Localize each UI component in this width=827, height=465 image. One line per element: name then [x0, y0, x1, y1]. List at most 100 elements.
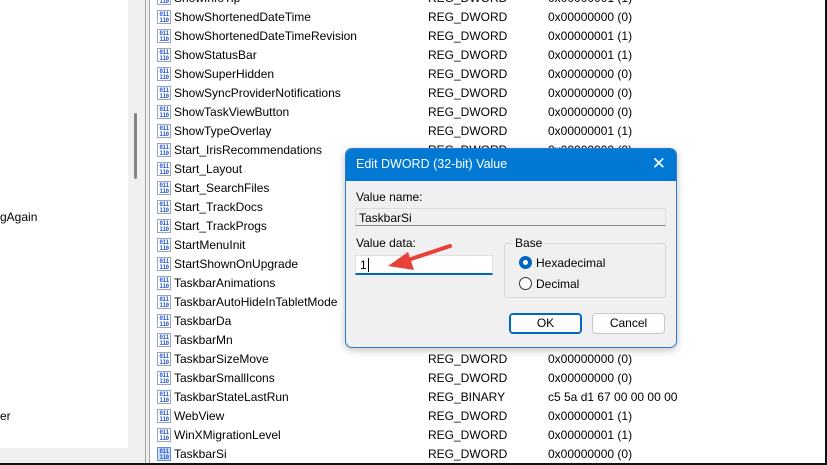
value-type: REG_BINARY [428, 390, 506, 404]
value-type: REG_DWORD [428, 10, 508, 24]
value-row[interactable]: 011 110 ShowStatusBar REG_DWORD 0x00000001 … [150, 46, 827, 65]
value-name: Start_IrisRecommendations [174, 143, 323, 157]
value-name: ShowInfoTip [174, 0, 240, 5]
reg-dword-icon: 011 110 [157, 48, 171, 62]
value-name: ShowStatusBar [174, 48, 257, 62]
reg-dword-icon: 011 110 [157, 86, 171, 100]
reg-dword-icon: 011 110 [157, 200, 171, 214]
value-name: TaskbarSmallIcons [174, 371, 275, 385]
reg-dword-icon: 011 110 [157, 143, 171, 157]
value-name: ShowSuperHidden [174, 67, 275, 81]
value-row[interactable]: 011 110 ShowSuperHidden REG_DWORD 0x0000000… [150, 65, 827, 84]
value-row[interactable]: 011 110 ShowTaskViewButton REG_DWORD 0x0000… [150, 103, 827, 122]
value-type: REG_DWORD [428, 105, 508, 119]
reg-dword-icon: 011 110 [157, 219, 171, 233]
reg-dword-icon: 011 110 [157, 162, 171, 176]
value-name: TaskbarAnimations [174, 276, 276, 290]
reg-dword-icon: 011 110 [157, 67, 171, 81]
value-name: Start_TrackProgs [174, 219, 267, 233]
base-label: Base [513, 236, 545, 250]
value-name: TaskbarStateLastRun [174, 390, 289, 404]
value-name: Start_SearchFiles [174, 181, 270, 195]
decimal-label[interactable]: Decimal [536, 277, 579, 291]
value-data: 0x00000000 (0) [548, 67, 633, 81]
reg-dword-icon: 011 110 [157, 333, 171, 347]
reg-dword-icon: 011 110 [157, 0, 171, 5]
value-type: REG_DWORD [428, 428, 508, 442]
value-row[interactable]: 011 110 WinXMigrationLevel REG_DWORD 0x0000… [150, 426, 827, 445]
hexadecimal-label[interactable]: Hexadecimal [536, 256, 605, 270]
tree-scrollbar-thumb[interactable] [134, 113, 137, 179]
base-group: Base Hexadecimal Decimal [504, 236, 666, 298]
red-arrow-annotation [388, 244, 452, 270]
value-row[interactable]: 011 110 TaskbarSizeMove REG_DWORD 0x0000000… [150, 350, 827, 369]
value-row[interactable]: 011 110ShowInfoTip REG_DWORD 0x00000001 (1… [150, 0, 827, 8]
value-data-text: 1 [360, 258, 367, 272]
value-data: 0x00000001 (1) [548, 409, 633, 423]
value-data: 0x00000000 (0) [548, 371, 633, 385]
value-type: REG_DWORD [428, 409, 508, 423]
value-data: 0x00000000 (0) [548, 86, 633, 100]
reg-dword-icon: 011 110 [157, 390, 171, 404]
value-row[interactable]: 011 110 WebView REG_DWORD 0x00000001 (1) [150, 407, 827, 426]
value-name: Start_Layout [174, 162, 243, 176]
value-name: TaskbarDa [174, 314, 232, 328]
reg-dword-icon: 011 110 [157, 409, 171, 423]
value-type: REG_DWORD [428, 352, 508, 366]
reg-dword-icon: 011 110 [157, 10, 171, 24]
reg-dword-icon: 011 110 [157, 276, 171, 290]
reg-dword-icon: 011 110 [157, 105, 171, 119]
decimal-radio[interactable] [519, 277, 532, 290]
value-name: StartMenuInit [174, 238, 246, 252]
value-data: 0x00000000 (0) [548, 10, 633, 24]
value-row[interactable]: 011 110 ShowShortenedDateTimeRevision REG_… [150, 27, 827, 46]
reg-dword-icon: 011 110 [157, 29, 171, 43]
reg-dword-icon: 011 110 [157, 295, 171, 309]
value-row[interactable]: 011 110 ShowTypeOverlay REG_DWORD 0x0000000… [150, 122, 827, 141]
key-tree-pane[interactable]: gAgain er [0, 0, 128, 448]
reg-dword-icon: 011 110 [157, 352, 171, 366]
value-data: 0x00000001 (1) [548, 428, 633, 442]
value-data: 0x00000000 (0) [548, 447, 633, 461]
value-name-field: TaskbarSi [355, 208, 666, 226]
value-type: REG_DWORD [428, 29, 508, 43]
value-data: 0x00000001 (1) [548, 0, 632, 5]
value-name: TaskbarMn [174, 333, 233, 347]
value-row[interactable]: 011 110 TaskbarSi REG_DWORD 0x00000000 (0) [150, 445, 827, 464]
value-type: REG_DWORD [428, 86, 508, 100]
ok-button[interactable]: OK [509, 313, 582, 334]
dialog-title: Edit DWORD (32-bit) Value [356, 157, 508, 171]
value-row[interactable]: 011 110 ShowSyncProviderNotifications REG_… [150, 84, 827, 103]
value-type: REG_DWORD [428, 447, 508, 461]
reg-dword-icon: 011 110 [157, 447, 171, 461]
cancel-button[interactable]: Cancel [592, 313, 665, 334]
value-row[interactable]: 011 110 TaskbarSmallIcons REG_DWORD 0x00000… [150, 369, 827, 388]
value-name: ShowShortenedDateTime [174, 10, 311, 24]
value-type: REG_DWORD [428, 124, 508, 138]
dialog-title-bar: Edit DWORD (32-bit) Value ✕ [346, 149, 676, 181]
tree-item[interactable]: gAgain [0, 210, 37, 224]
value-name: ShowTypeOverlay [174, 124, 272, 138]
arrow-head [388, 252, 414, 270]
value-data: 0x00000000 (0) [548, 105, 633, 119]
reg-dword-icon: 011 110 [157, 238, 171, 252]
value-name: ShowShortenedDateTimeRevision [174, 29, 357, 43]
value-name: WebView [174, 409, 225, 423]
value-row[interactable]: 011 110 ShowShortenedDateTime REG_DWORD 0x0… [150, 8, 827, 27]
tree-scrollbar[interactable] [128, 0, 145, 465]
value-name-label: Value name: [356, 190, 423, 204]
value-type: REG_DWORD [428, 48, 508, 62]
value-type: REG_DWORD [428, 67, 508, 81]
reg-dword-icon: 011 110 [157, 314, 171, 328]
value-name: TaskbarAutoHideInTabletMode [174, 295, 338, 309]
value-data: c5 5a d1 67 00 00 00 00 [548, 390, 678, 404]
reg-dword-icon: 011 110 [157, 124, 171, 138]
close-icon[interactable]: ✕ [652, 154, 666, 174]
tree-item[interactable]: er [0, 409, 11, 423]
hexadecimal-radio[interactable] [519, 256, 532, 269]
value-data: 0x00000001 (1) [548, 48, 633, 62]
value-data: 0x00000000 (0) [548, 352, 633, 366]
value-row[interactable]: 011 110 TaskbarStateLastRun REG_BINARY c5 5… [150, 388, 827, 407]
value-data: 0x00000001 (1) [548, 124, 633, 138]
value-type: REG_DWORD [428, 0, 507, 5]
